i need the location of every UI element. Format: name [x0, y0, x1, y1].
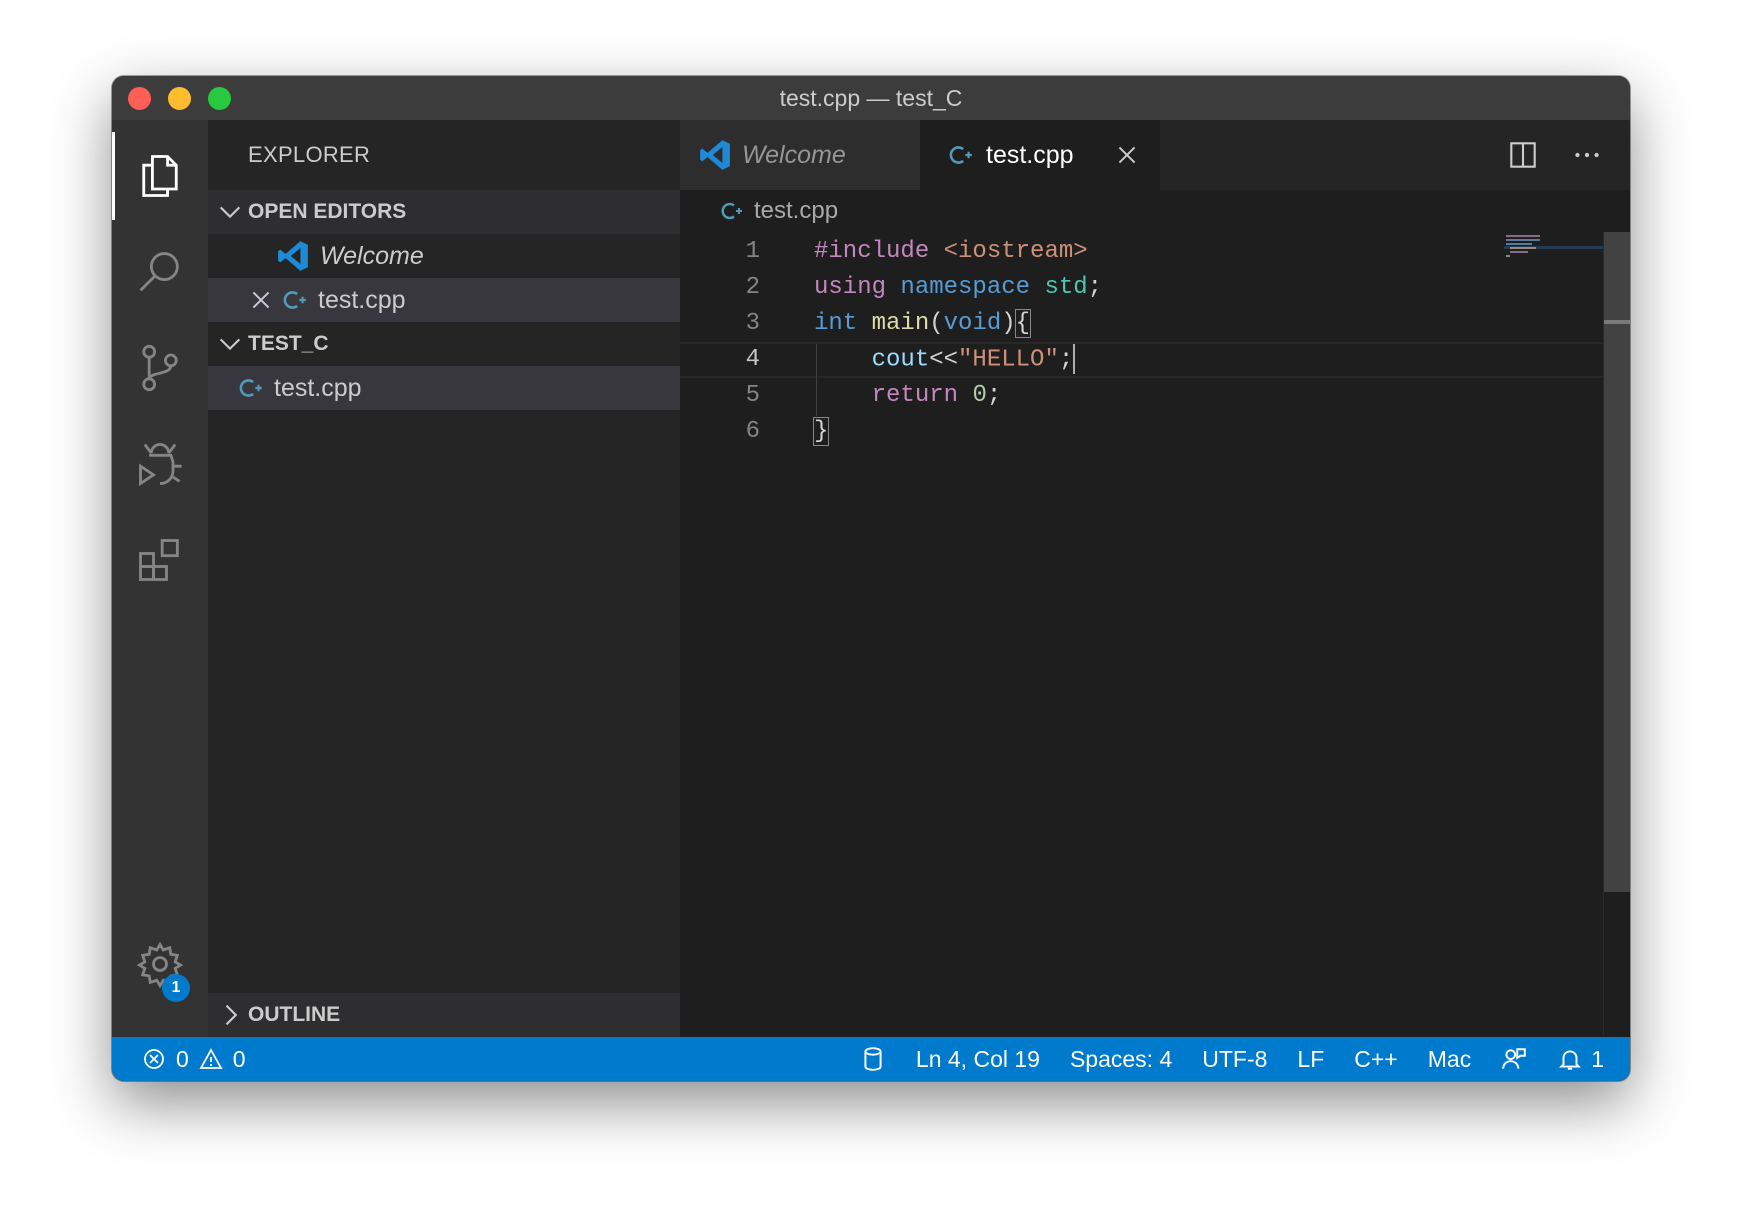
platform-config[interactable]: Mac	[1428, 1046, 1471, 1073]
code-line: 2 using namespace std;	[680, 270, 1604, 306]
code-text: using namespace std;	[814, 274, 1103, 301]
language-mode[interactable]: C++	[1354, 1046, 1397, 1073]
encoding[interactable]: UTF-8	[1202, 1046, 1267, 1073]
code-text: return 0;	[871, 382, 1002, 409]
activity-bar: 1	[112, 120, 208, 1037]
settings-badge: 1	[162, 974, 190, 1002]
open-editor-item-welcome[interactable]: Welcome	[208, 234, 680, 278]
indentation[interactable]: Spaces: 4	[1070, 1046, 1172, 1073]
editor-actions	[1506, 120, 1604, 190]
code-text: #include <iostream>	[814, 238, 1088, 265]
text-cursor	[1073, 344, 1076, 374]
more-actions-icon[interactable]	[1570, 138, 1604, 172]
vscode-window: test.cpp — test_C 1 EXPLORER OPEN EDITOR…	[112, 76, 1630, 1081]
source-control-button[interactable]	[112, 320, 208, 416]
minimize-window-button[interactable]	[168, 87, 191, 110]
search-icon	[139, 252, 179, 292]
window-controls	[128, 87, 231, 110]
tab-label: Welcome	[742, 140, 846, 169]
explorer-icon	[142, 155, 178, 197]
chevron-down-icon	[219, 206, 241, 219]
line-number: 5	[745, 382, 760, 409]
vscode-icon	[700, 140, 730, 170]
tab-bar: Welcome test.cpp	[680, 120, 1630, 190]
indent-guide	[816, 344, 817, 416]
editor-group: Welcome test.cpp test.cpp 1 #include <io…	[680, 120, 1630, 1037]
file-label: test.cpp	[274, 373, 362, 402]
notification-count: 1	[1591, 1045, 1604, 1072]
notifications[interactable]: 1	[1557, 1046, 1604, 1073]
code-text: cout<<"HELLO";	[814, 344, 1076, 376]
cursor-position[interactable]: Ln 4, Col 19	[916, 1046, 1040, 1073]
feedback-icon[interactable]	[1501, 1046, 1527, 1072]
status-bar: 0 0 Ln 4, Col 19 Spaces: 4 UTF-8 LF C++ …	[112, 1037, 1630, 1081]
close-icon[interactable]	[248, 287, 274, 313]
scrollbar-thumb[interactable]	[1604, 232, 1630, 892]
folder-label: TEST_C	[248, 332, 329, 355]
code-line-current: 4 cout<<"HELLO";	[680, 342, 1604, 378]
error-count: 0	[176, 1045, 189, 1072]
debug-icon	[139, 443, 182, 487]
explorer-sidebar: EXPLORER OPEN EDITORS Welcome test.cpp T…	[208, 120, 688, 1037]
tab-label: test.cpp	[986, 140, 1074, 169]
line-number: 6	[745, 418, 760, 445]
cursor-position-marker	[1604, 320, 1630, 324]
open-editor-item-test-cpp[interactable]: test.cpp	[208, 278, 680, 322]
vscode-icon	[278, 241, 308, 271]
cpp-file-icon	[283, 291, 306, 309]
title-bar: test.cpp — test_C	[112, 76, 1630, 120]
problems-indicator[interactable]: 0 0	[142, 1037, 246, 1081]
debug-button[interactable]	[112, 416, 208, 512]
end-of-line[interactable]: LF	[1297, 1046, 1324, 1073]
close-window-button[interactable]	[128, 87, 151, 110]
database-icon[interactable]	[860, 1046, 886, 1072]
editor-scrollbar[interactable]	[1603, 232, 1630, 1037]
window-title: test.cpp — test_C	[779, 84, 963, 111]
code-text: }	[812, 417, 830, 446]
breadcrumb[interactable]: test.cpp	[680, 190, 1630, 232]
split-editor-icon[interactable]	[1506, 138, 1540, 172]
code-editor[interactable]: 1 #include <iostream> 2 using namespace …	[680, 232, 1630, 1037]
line-number: 4	[745, 346, 760, 373]
close-icon[interactable]	[1114, 142, 1140, 168]
cpp-file-icon	[239, 379, 262, 397]
source-control-icon	[142, 344, 178, 392]
breadcrumb-file: test.cpp	[754, 197, 839, 224]
code-line: 6 }	[680, 414, 1604, 450]
chevron-down-icon	[219, 338, 241, 351]
warning-icon	[199, 1048, 223, 1069]
file-item-test-cpp[interactable]: test.cpp	[208, 366, 680, 410]
code-text: int main(void){	[814, 309, 1032, 338]
open-editor-label: Welcome	[320, 241, 424, 270]
error-icon	[144, 1049, 164, 1069]
status-right-items: Ln 4, Col 19 Spaces: 4 UTF-8 LF C++ Mac …	[860, 1037, 1604, 1081]
explorer-button[interactable]	[112, 128, 208, 224]
search-button[interactable]	[112, 224, 208, 320]
open-editor-label: test.cpp	[318, 285, 406, 314]
maximize-window-button[interactable]	[208, 87, 231, 110]
code-line: 5 return 0;	[680, 378, 1604, 414]
line-number: 2	[745, 274, 760, 301]
warning-count: 0	[232, 1045, 246, 1072]
open-editors-section[interactable]: OPEN EDITORS	[208, 190, 680, 234]
chevron-right-icon	[225, 1004, 238, 1026]
outline-section[interactable]: OUTLINE	[208, 993, 688, 1037]
tab-welcome[interactable]: Welcome	[680, 120, 920, 190]
line-number: 3	[745, 310, 760, 337]
bell-icon	[1559, 1050, 1582, 1070]
open-editors-label: OPEN EDITORS	[248, 200, 407, 223]
tab-test-cpp[interactable]: test.cpp	[920, 120, 1160, 190]
code-line: 3 int main(void){	[680, 306, 1604, 342]
folder-section-test-c[interactable]: TEST_C	[208, 322, 680, 366]
cpp-file-icon	[721, 202, 742, 220]
manage-settings-button[interactable]: 1	[112, 916, 208, 1012]
explorer-header: EXPLORER	[248, 142, 371, 167]
code-line: 1 #include <iostream>	[680, 234, 1604, 270]
extensions-button[interactable]	[112, 512, 208, 608]
outline-label: OUTLINE	[248, 1003, 341, 1026]
minimap[interactable]	[1504, 234, 1604, 258]
cpp-file-icon	[949, 146, 972, 164]
line-number: 1	[745, 238, 760, 265]
extensions-icon	[139, 539, 179, 581]
